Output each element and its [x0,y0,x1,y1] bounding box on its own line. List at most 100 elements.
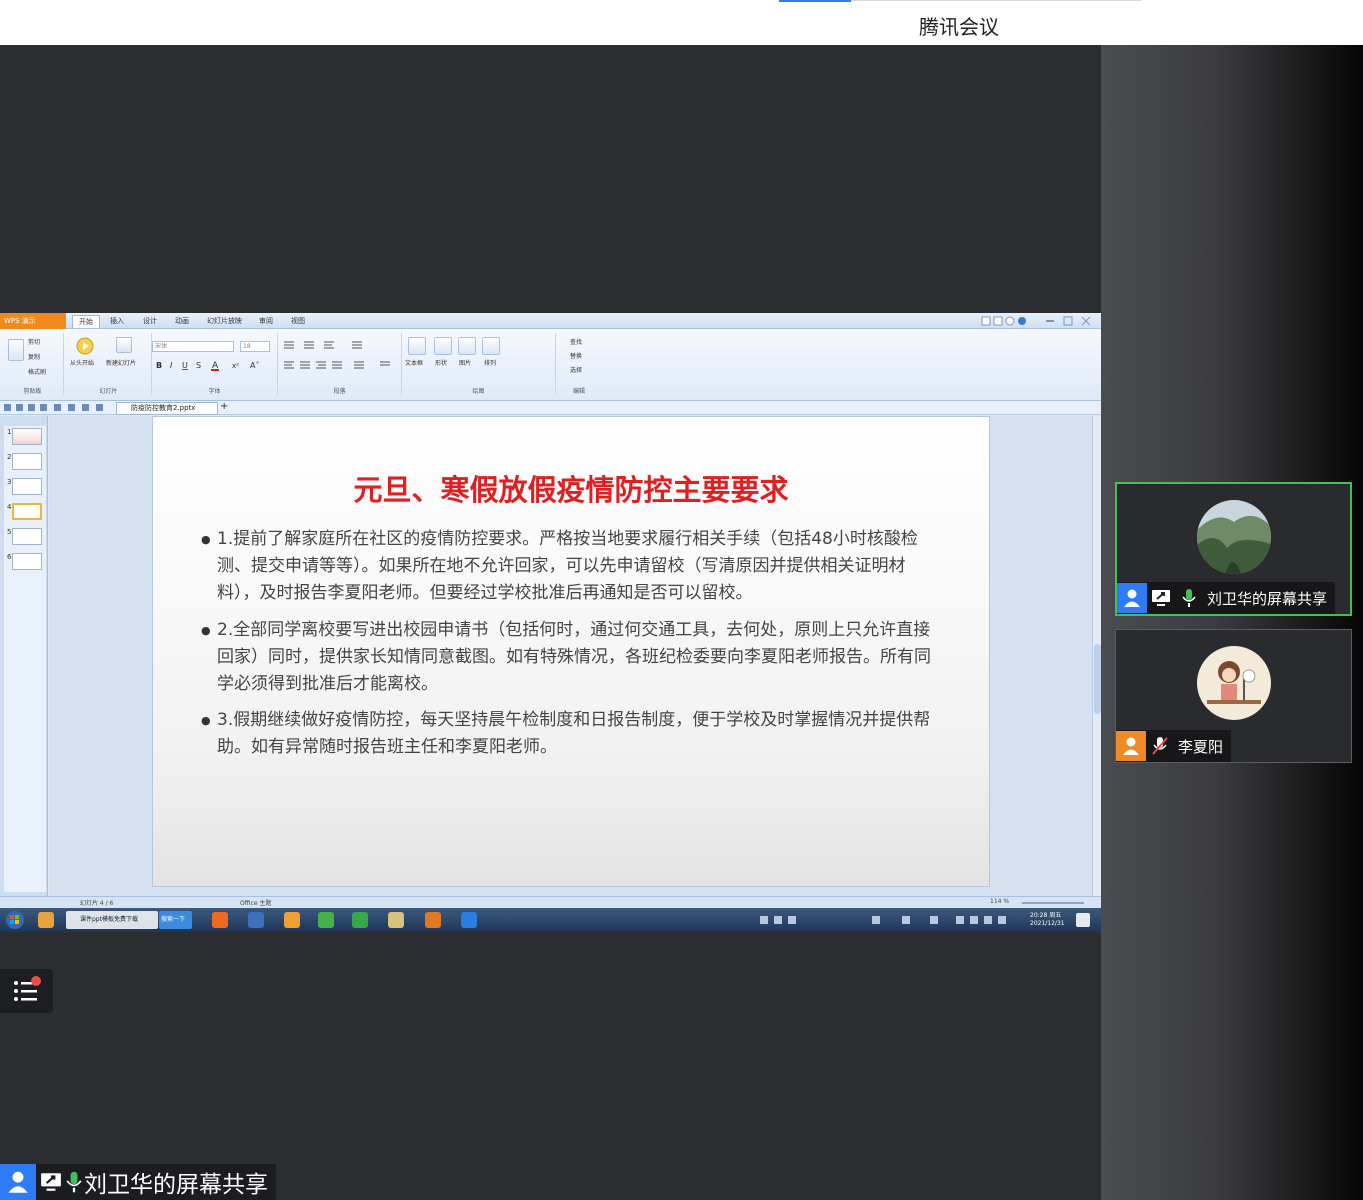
pdf-icon[interactable] [248,912,264,928]
thumb-number: 6 [7,553,12,561]
user-icon [0,1164,36,1200]
title-bar-divider [851,0,1141,1]
scrollbar-thumb[interactable] [1094,644,1101,714]
quick-access-icons[interactable] [2,403,114,413]
notification-dot [31,976,41,986]
ribbon-group-name: 绘图 [472,388,485,395]
slide-thumbnail[interactable] [12,453,42,470]
wps-tab-insert[interactable]: 插入 [110,316,124,326]
thumb-number: 4 [7,503,12,511]
wps-tab-home[interactable]: 开始 [72,315,100,328]
shape-icon[interactable] [434,337,452,355]
picture-icon[interactable] [458,337,476,355]
paste-icon[interactable] [8,339,24,361]
slide-thumbnail[interactable] [12,478,42,495]
slide-thumbnail[interactable] [12,528,42,545]
user-icon [1116,731,1146,761]
new-tab-icon[interactable]: + [220,401,228,412]
thumb-number: 3 [7,478,12,486]
replace-label[interactable]: 替换 [570,351,582,360]
copy-label[interactable]: 复制 [28,352,40,361]
vertical-scrollbar[interactable] [1092,416,1101,896]
participant-card-sharer[interactable]: 刘卫华的屏幕共享 [1115,482,1352,616]
current-slide[interactable]: 元旦、寒假放假疫情防控主要要求 1.提前了解家庭所在社区的疫情防控要求。严格按当… [152,416,990,887]
font-format-icons[interactable]: B I U S A x² A˄ [154,359,274,371]
arrange-icon[interactable] [482,337,500,355]
window-controls-icon[interactable] [980,316,1096,326]
slide-thumbnail[interactable] [12,553,42,570]
svg-text:I: I [170,361,173,370]
shape-label[interactable]: 形状 [435,358,447,367]
shared-screen: WPS 演示 开始 插入 设计 动画 幻灯片放映 审阅 视图 剪切 复制 格式刷… [0,313,1101,932]
app-icon[interactable] [284,912,300,928]
media-player-icon[interactable] [318,912,334,928]
wps-tab-slideshow[interactable]: 幻灯片放映 [207,316,242,326]
paragraph-icons[interactable] [280,339,398,373]
screen-share-icon [41,1173,61,1191]
svg-text:A˄: A˄ [250,361,259,370]
wps-tab-animation[interactable]: 动画 [175,316,189,326]
slide-thumbnail[interactable] [12,428,42,445]
document-tabs-bar: 防疫防控教育2.pptx + [0,401,1101,415]
microphone-muted-icon [1146,731,1174,761]
zoom-slider[interactable] [1022,902,1084,904]
participant-name: 李夏阳 [1178,737,1224,756]
arrange-label[interactable]: 排列 [484,358,496,367]
svg-text:x²: x² [232,362,239,370]
font-name-select[interactable]: 宋体 [152,341,234,352]
picture-label[interactable]: 图片 [459,358,471,367]
new-slide-icon[interactable] [116,337,132,353]
participant-namebar: 李夏阳 [1116,730,1232,762]
ribbon-group-editing: 查找 替换 选择 编辑 [556,333,602,395]
menu-button[interactable] [0,969,53,1013]
screen-share-icon [1147,583,1175,613]
slide-bullet-2: 2.全部同学离校要写进出校园申请书（包括何时，通过何交通工具，去何处，原则上只允… [201,617,941,698]
system-tray-icons[interactable] [760,914,1020,926]
slide-counter: 幻灯片 4 / 6 [80,900,114,907]
font-size-select[interactable]: 18 [240,341,270,352]
participant-namebar: 刘卫华的屏幕共享 [1117,582,1336,614]
slide-title: 元旦、寒假放假疫情防控主要要求 [353,473,789,507]
title-bar-accent [779,0,851,2]
user-icon [1117,583,1147,613]
taskbar-item-browser[interactable]: 课件ppt模板免费下载 [66,911,158,929]
mi-icon[interactable] [212,912,228,928]
play-icon[interactable] [76,337,94,355]
start-button-icon[interactable] [4,910,26,930]
participant-card[interactable]: 李夏阳 [1115,629,1352,763]
wps-status-bar: 幻灯片 4 / 6 Office 主题 114 % [0,896,1101,908]
app-icon[interactable] [38,912,54,928]
cut-label[interactable]: 剪切 [28,337,40,346]
select-label[interactable]: 选择 [570,365,582,374]
textbox-label[interactable]: 文本框 [405,358,423,367]
ribbon-group-font: 宋体 18 B I U S A x² A˄ 字体 [152,333,278,395]
ribbon-group-paragraph: 段落 [278,333,402,395]
new-slide-label[interactable]: 新建幻灯片 [106,358,136,367]
notification-icon[interactable] [1076,913,1090,927]
title-bar: 腾讯会议 [0,0,1363,45]
theme-name: Office 主题 [240,900,272,907]
wps-tab-design[interactable]: 设计 [143,316,157,326]
svg-text:S: S [196,361,201,370]
ribbon-group-slides: 从头开始 新建幻灯片 幻灯片 [66,333,152,395]
wps-titlebar: WPS 演示 开始 插入 设计 动画 幻灯片放映 审阅 视图 [0,313,1101,329]
ribbon-group-drawing: 文本框 形状 图片 排列 绘图 [402,333,556,395]
slide-thumbnail-selected[interactable] [12,503,42,520]
wps-presentation-icon[interactable] [425,912,441,928]
wps-tab-review[interactable]: 审阅 [259,316,273,326]
document-tab[interactable]: 防疫防控教育2.pptx [116,402,218,415]
svg-text:B: B [156,361,162,370]
format-painter-label[interactable]: 格式刷 [28,367,46,376]
ribbon-group-clipboard: 剪切 复制 格式刷 剪贴板 [2,333,64,395]
wps-tab-view[interactable]: 视图 [291,316,305,326]
ribbon-group-name: 字体 [208,388,221,395]
find-label[interactable]: 查找 [570,337,582,346]
taskbar-item-search[interactable]: 搜索一下 [159,911,192,929]
textbox-icon[interactable] [408,337,426,355]
slide-editing-area: 元旦、寒假放假疫情防控主要要求 1.提前了解家庭所在社区的疫情防控要求。严格按当… [49,416,1092,896]
from-start-label[interactable]: 从头开始 [70,358,94,367]
meeting-app-icon[interactable] [461,912,477,928]
ribbon-group-name: 幻灯片 [99,388,118,395]
folder-icon[interactable] [388,912,404,928]
browser-icon[interactable] [352,912,368,928]
